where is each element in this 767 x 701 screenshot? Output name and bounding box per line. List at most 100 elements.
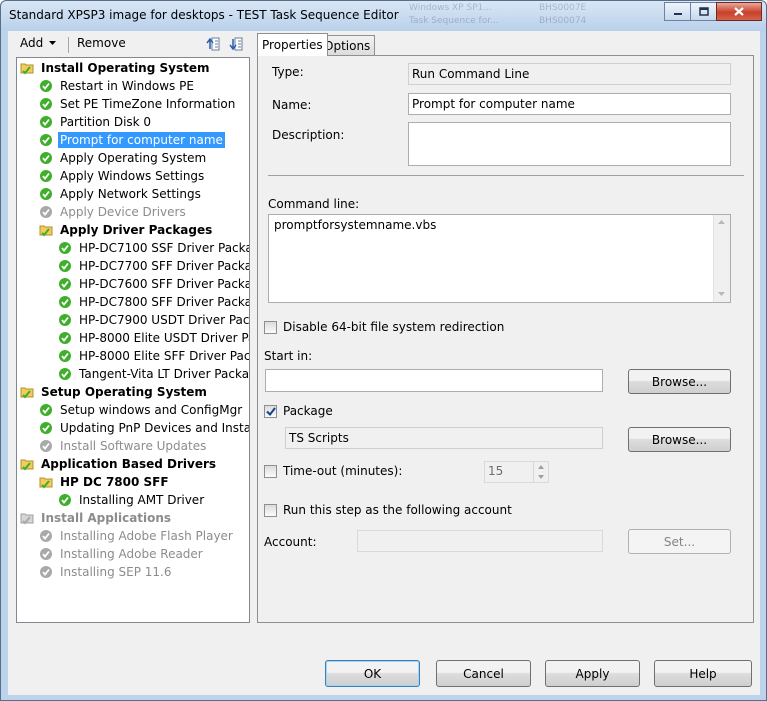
tree-item-adobe-flash[interactable]: Installing Adobe Flash Player (39, 527, 235, 545)
timeout-spinner[interactable]: 15 (484, 461, 549, 483)
background-window-ghost: Windows XP SP1... Task Sequence for... B… (409, 1, 619, 31)
tree-item-apply-os[interactable]: Apply Operating System (39, 149, 208, 167)
check-icon (40, 422, 52, 434)
tree-item-install-software-updates[interactable]: Install Software Updates (39, 437, 208, 455)
tab-properties[interactable]: Properties (257, 33, 328, 56)
type-label: Type: (272, 65, 304, 79)
description-textarea[interactable] (408, 122, 731, 166)
move-up-button[interactable] (206, 36, 222, 55)
tree-item-installing-amt[interactable]: Installing AMT Driver (58, 491, 206, 509)
ghost-text-1: Windows XP SP1... (409, 3, 492, 13)
move-down-button[interactable] (229, 36, 245, 55)
cancel-button[interactable]: Cancel (436, 660, 531, 687)
tree-item-apply-network-settings[interactable]: Apply Network Settings (39, 185, 203, 203)
check-icon (40, 566, 52, 578)
timeout-checkbox[interactable] (264, 465, 277, 478)
tree-item-8000-sff[interactable]: HP-8000 Elite SFF Driver Package (58, 347, 250, 365)
task-sequence-tree[interactable]: Install Operating System Restart in Wind… (16, 57, 250, 623)
set-account-button[interactable]: Set... (628, 529, 731, 554)
check-icon (59, 494, 71, 506)
tree-item-restart-winpe[interactable]: Restart in Windows PE (39, 77, 196, 95)
check-icon (40, 116, 52, 128)
close-button[interactable] (716, 2, 762, 21)
button-label: Apply (575, 666, 610, 681)
tree-item-dc7700[interactable]: HP-DC7700 SFF Driver Package (58, 257, 249, 275)
tree-item-setup-windows-configmgr[interactable]: Setup windows and ConfigMgr (39, 401, 244, 419)
folder-icon (20, 387, 34, 399)
command-line-textarea[interactable]: promptforsystemname.vbs (268, 214, 731, 303)
check-icon (59, 368, 71, 380)
tree-group-install-applications[interactable]: Install Applications (20, 509, 173, 527)
maximize-button[interactable] (690, 2, 717, 21)
check-icon (59, 332, 71, 344)
tree-group-apply-driver-packages[interactable]: Apply Driver Packages (39, 221, 214, 239)
start-in-input[interactable] (265, 369, 603, 392)
name-value: Prompt for computer name (412, 97, 575, 111)
minimize-button[interactable] (664, 2, 691, 21)
tree-item-set-pe-timezone[interactable]: Set PE TimeZone Information (39, 95, 237, 113)
name-input[interactable]: Prompt for computer name (408, 93, 731, 115)
tree-item-label: Apply Network Settings (60, 187, 201, 201)
ok-button[interactable]: OK (325, 660, 420, 687)
tree-item-label: Application Based Drivers (41, 457, 217, 471)
spin-down-icon (538, 475, 544, 479)
add-menu-button[interactable]: Add (20, 36, 57, 50)
minimize-icon (673, 12, 682, 15)
check-icon (40, 548, 52, 560)
name-label: Name: (272, 98, 312, 112)
type-field: Run Command Line (408, 63, 731, 85)
disable-redirection-checkbox[interactable] (264, 321, 277, 334)
check-icon (40, 98, 52, 110)
package-checkbox[interactable] (264, 405, 277, 418)
run-as-checkbox[interactable] (264, 504, 277, 517)
tree-group-hp-dc7800-sff[interactable]: HP DC 7800 SFF (39, 473, 171, 491)
tree-group-application-drivers[interactable]: Application Based Drivers (20, 455, 218, 473)
dialog-client-area: Add Remove Install Operating System Rest… (8, 31, 760, 695)
tree-item-label: Setup windows and ConfigMgr (60, 403, 243, 417)
tree-item-dc7800[interactable]: HP-DC7800 SFF Driver Package (58, 293, 249, 311)
package-browse-button[interactable]: Browse... (628, 427, 731, 452)
title-bar[interactable]: Windows XP SP1... Task Sequence for... B… (1, 1, 766, 31)
tree-item-label: Install Applications (41, 511, 172, 525)
tree-item-sep[interactable]: Installing SEP 11.6 (39, 563, 173, 581)
tree-item-prompt-computer-name[interactable]: Prompt for computer name (39, 131, 225, 149)
remove-label: Remove (77, 36, 126, 50)
ghost-text-2: Task Sequence for... (409, 16, 499, 26)
spin-up-button[interactable] (533, 462, 548, 472)
tree-item-8000-usdt[interactable]: HP-8000 Elite USDT Driver Package (58, 329, 249, 347)
remove-button[interactable]: Remove (77, 36, 126, 50)
folder-icon (20, 513, 34, 525)
apply-button[interactable]: Apply (545, 660, 640, 687)
tree-group-install-os[interactable]: Install Operating System (20, 59, 211, 77)
ghost-id-2: BHS00074 (539, 16, 587, 26)
help-button[interactable]: Help (654, 660, 752, 687)
tree-item-label: HP-DC7600 SFF Driver Package (79, 277, 250, 291)
command-line-scrollbar[interactable] (713, 215, 730, 302)
tree-item-apply-windows-settings[interactable]: Apply Windows Settings (39, 167, 206, 185)
start-in-label: Start in: (264, 349, 313, 363)
dropdown-arrow-icon (49, 40, 57, 45)
check-icon (59, 260, 71, 272)
tree-item-label: HP-8000 Elite SFF Driver Package (79, 349, 250, 363)
tree-item-label: Restart in Windows PE (60, 79, 194, 93)
maximize-icon (698, 7, 709, 16)
tree-item-apply-device-drivers[interactable]: Apply Device Drivers (39, 203, 188, 221)
tree-item-adobe-reader[interactable]: Installing Adobe Reader (39, 545, 205, 563)
tree-group-setup-os[interactable]: Setup Operating System (20, 383, 209, 401)
folder-icon (39, 225, 53, 237)
check-icon (40, 206, 52, 218)
tree-item-partition-disk[interactable]: Partition Disk 0 (39, 113, 153, 131)
tree-item-dc7100[interactable]: HP-DC7100 SSF Driver Package (58, 239, 249, 257)
description-label: Description: (272, 128, 345, 142)
tree-item-tangent-vita[interactable]: Tangent-Vita LT Driver Package (58, 365, 249, 383)
package-value: TS Scripts (289, 431, 349, 445)
tree-item-dc7600[interactable]: HP-DC7600 SFF Driver Package (58, 275, 250, 293)
tree-item-updating-pnp[interactable]: Updating PnP Devices and Installing (39, 419, 249, 437)
account-field[interactable] (357, 530, 603, 552)
check-icon (40, 134, 52, 146)
start-in-browse-button[interactable]: Browse... (628, 369, 731, 394)
command-line-value: promptforsystemname.vbs (274, 218, 437, 232)
tab-label: Properties (262, 38, 323, 52)
spin-down-button[interactable] (533, 472, 548, 482)
tree-item-dc7900[interactable]: HP-DC7900 USDT Driver Package (58, 311, 249, 329)
